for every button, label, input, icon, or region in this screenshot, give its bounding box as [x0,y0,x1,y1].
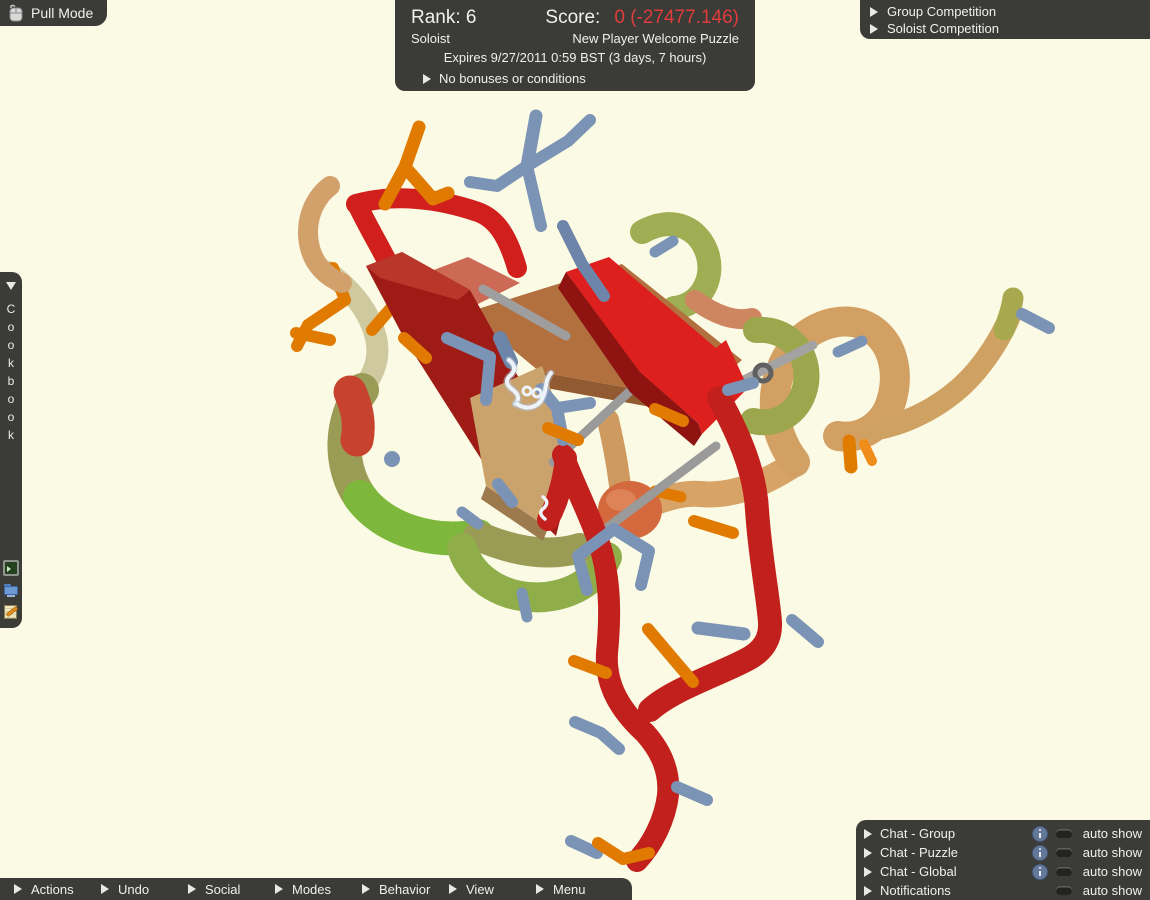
soloist-competition-expander[interactable]: Soloist Competition [870,20,1150,37]
menu-actions-label: Actions [31,882,74,897]
expand-arrow-icon [536,884,544,894]
protein-structure[interactable] [0,0,1150,900]
expand-arrow-icon[interactable] [864,886,872,896]
expand-arrow-icon [870,7,878,17]
expand-arrow-icon[interactable] [864,848,872,858]
auto-show-toggle[interactable] [1056,867,1072,876]
puzzle-expiry: Expires 9/27/2011 0:59 BST (3 days, 7 ho… [411,50,739,65]
player-type: Soloist [411,31,450,46]
auto-show-label[interactable]: auto show [1080,883,1142,898]
menu-undo[interactable]: Undo [101,882,188,897]
recipes-folder-icon[interactable] [3,582,19,598]
auto-show-label[interactable]: auto show [1080,845,1142,860]
expand-arrow-icon [870,24,878,34]
group-competition-label: Group Competition [887,4,996,19]
notifications-label[interactable]: Notifications [880,883,998,898]
soloist-competition-label: Soloist Competition [887,21,999,36]
menu-undo-label: Undo [118,882,149,897]
expand-arrow-icon [188,884,196,894]
chat-group-row: Chat - Group auto show [864,824,1142,843]
info-icon[interactable] [1032,864,1048,880]
chat-global-row: Chat - Global auto show [864,862,1142,881]
menu-menu[interactable]: Menu [536,882,586,897]
expand-arrow-icon [423,74,431,84]
expand-arrow-icon[interactable] [864,829,872,839]
expand-arrow-icon[interactable] [864,867,872,877]
menu-view[interactable]: View [449,882,536,897]
expand-arrow-icon [275,884,283,894]
foldit-window: { "pull_mode": { "label": "Pull Mode" },… [0,0,1150,900]
chat-global-label[interactable]: Chat - Global [880,864,998,879]
menu-actions[interactable]: Actions [14,882,101,897]
auto-show-toggle[interactable] [1056,886,1072,895]
cookbook-label: Cookbook [4,302,18,446]
chat-puzzle-label[interactable]: Chat - Puzzle [880,845,998,860]
terminal-icon[interactable] [3,560,19,576]
rank-value: Rank: 6 [411,7,476,29]
menu-social-label: Social [205,882,240,897]
menu-view-label: View [466,882,494,897]
cookbook-tab[interactable]: Cookbook [0,272,22,628]
mouse-icon [7,4,24,23]
collapse-arrow-icon [6,282,16,290]
menu-modes-label: Modes [292,882,331,897]
info-icon[interactable] [1032,826,1048,842]
menu-menu-label: Menu [553,882,586,897]
notifications-row: Notifications auto show [864,881,1142,900]
score-label: Score: [545,7,600,29]
chat-group-label[interactable]: Chat - Group [880,826,998,841]
scoreboard-panel: Rank: 6 Score: 0 (-27477.146) Soloist Ne… [395,0,755,91]
main-menu-bar: Actions Undo Social Modes Behavior View … [0,878,632,900]
pull-mode-button[interactable]: Pull Mode [0,0,107,26]
pull-mode-label: Pull Mode [31,5,93,21]
puzzle-name: New Player Welcome Puzzle [572,31,739,46]
chat-panel: Chat - Group auto show Chat - Puzzle aut… [856,820,1150,900]
menu-modes[interactable]: Modes [275,882,362,897]
conditions-expander[interactable]: No bonuses or conditions [411,71,739,86]
menu-social[interactable]: Social [188,882,275,897]
auto-show-label[interactable]: auto show [1080,864,1142,879]
score-value: 0 (-27477.146) [614,7,739,29]
menu-behavior-label: Behavior [379,882,430,897]
chat-puzzle-row: Chat - Puzzle auto show [864,843,1142,862]
menu-behavior[interactable]: Behavior [362,882,449,897]
expand-arrow-icon [14,884,22,894]
auto-show-toggle[interactable] [1056,848,1072,857]
expand-arrow-icon [101,884,109,894]
group-competition-expander[interactable]: Group Competition [870,3,1150,20]
expand-arrow-icon [449,884,457,894]
conditions-label: No bonuses or conditions [439,71,586,86]
expand-arrow-icon [362,884,370,894]
auto-show-label[interactable]: auto show [1080,826,1142,841]
cookbook-icon-stack [3,560,19,620]
notepad-icon[interactable] [3,604,19,620]
competitions-panel: Group Competition Soloist Competition [860,0,1150,39]
auto-show-toggle[interactable] [1056,829,1072,838]
info-icon[interactable] [1032,845,1048,861]
